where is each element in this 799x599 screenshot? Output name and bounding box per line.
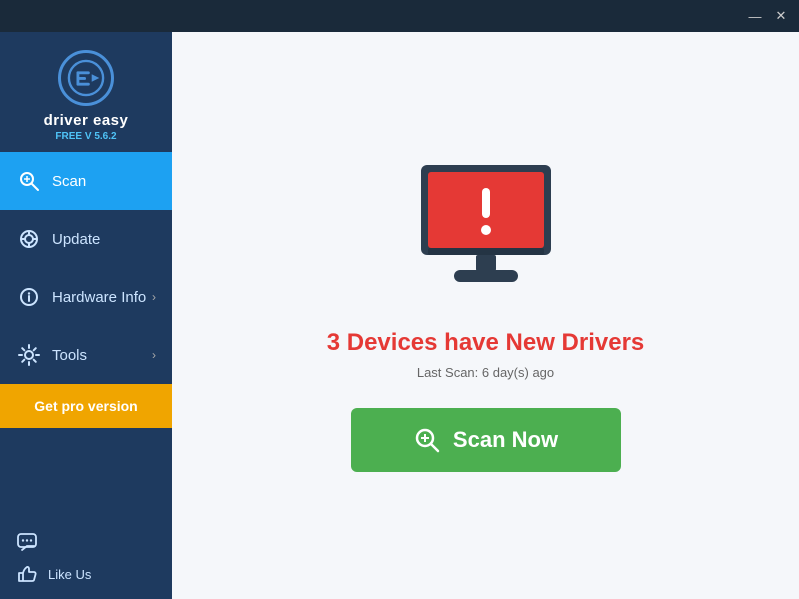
tools-icon [16,342,42,368]
like-us-button[interactable]: Like Us [16,563,156,585]
tools-label: Tools [52,347,152,364]
sidebar: driver easy FREE V 5.6.2 Scan [0,32,172,599]
sidebar-nav: Scan Update [0,152,172,517]
main-content: 3 Devices have New Drivers Last Scan: 6 … [172,32,799,599]
scan-label: Scan [52,173,156,190]
sidebar-item-tools[interactable]: Tools › [0,326,172,384]
app-name: driver easy [44,112,129,129]
sidebar-item-hardware-info[interactable]: Hardware Info › [0,268,172,326]
chat-button[interactable] [16,531,156,553]
like-us-label: Like Us [48,567,91,582]
hardware-info-arrow: › [152,290,156,304]
tools-arrow: › [152,348,156,362]
scan-now-button[interactable]: Scan Now [351,408,621,472]
hardware-info-icon [16,284,42,310]
scan-icon [16,168,42,194]
update-icon [16,226,42,252]
scan-now-icon [413,426,441,454]
app-version: FREE V 5.6.2 [55,131,116,142]
sidebar-item-update[interactable]: Update [0,210,172,268]
alert-title: 3 Devices have New Drivers [327,329,645,357]
monitor-illustration [406,160,566,305]
sidebar-bottom: Like Us [0,517,172,599]
minimize-button[interactable]: — [745,6,765,26]
hardware-info-label: Hardware Info [52,289,152,306]
update-label: Update [52,231,156,248]
get-pro-button[interactable]: Get pro version [0,384,172,428]
scan-now-label: Scan Now [453,427,558,453]
sidebar-item-scan[interactable]: Scan [0,152,172,210]
last-scan-text: Last Scan: 6 day(s) ago [417,365,554,380]
app-logo-icon [58,50,114,106]
sidebar-logo: driver easy FREE V 5.6.2 [0,32,172,152]
app-body: driver easy FREE V 5.6.2 Scan [0,32,799,599]
titlebar: — ✕ [0,0,799,32]
close-button[interactable]: ✕ [771,6,791,26]
